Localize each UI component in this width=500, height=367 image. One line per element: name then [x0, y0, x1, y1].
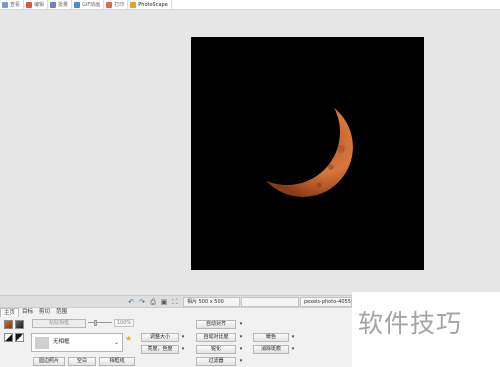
batch-icon: [50, 1, 57, 8]
deblur-button[interactable]: 消除斑痕: [253, 345, 289, 354]
frame-select[interactable]: 无相框 ⌄: [31, 333, 123, 352]
filename-readout: pexels-photo-4055: [300, 297, 352, 307]
sharpen-dropdown-icon[interactable]: ▾: [238, 345, 244, 354]
status-empty-field: [241, 297, 299, 307]
rotate-right-icon[interactable]: ↷: [138, 298, 146, 306]
rotate-left-icon[interactable]: ↶: [127, 298, 135, 306]
tab-batch-label: 批量: [58, 2, 69, 8]
opacity-percent: 100%: [114, 319, 134, 327]
tab-print[interactable]: 打印: [104, 0, 129, 10]
backlight-button[interactable]: 暖色: [253, 333, 289, 342]
chevron-down-icon: ⌄: [113, 339, 119, 346]
tab-print-label: 打印: [114, 2, 125, 8]
tab-gif-label: GIF动画: [82, 2, 101, 8]
deblur-dropdown-icon[interactable]: ▾: [290, 345, 296, 354]
frame-select-label: 无相框: [53, 339, 70, 345]
paste-frame-button[interactable]: 粘贴相框: [32, 319, 86, 328]
invert-icon[interactable]: [15, 333, 24, 342]
image-size-readout: 相片 500 x 500: [183, 297, 240, 307]
tab-gif[interactable]: GIF动画: [72, 0, 105, 10]
tab-tools[interactable]: 范围: [53, 308, 70, 317]
moon-image: [191, 37, 424, 270]
print-icon[interactable]: ⎙: [149, 298, 157, 306]
tab-home[interactable]: 主页: [0, 308, 20, 317]
tab-batch[interactable]: 批量: [48, 0, 73, 10]
resize-dropdown-icon[interactable]: ▾: [180, 333, 186, 342]
filter-button[interactable]: 过滤器: [196, 357, 236, 366]
save-icon[interactable]: ▣: [160, 298, 168, 306]
tab-photoscape[interactable]: PhotoScape: [128, 0, 172, 10]
tab-editor-label: 编辑: [34, 2, 45, 8]
round-photo-button[interactable]: 圆边照片: [33, 357, 65, 366]
resize-button[interactable]: 调整大小: [141, 333, 179, 342]
view-icon: [2, 1, 8, 8]
brightness-button[interactable]: 亮度，色度: [141, 345, 179, 354]
blank-button[interactable]: 空白: [68, 357, 96, 366]
watermark-text: 软件技巧: [358, 309, 463, 338]
top-toolbar: 查看 编辑 批量 GIF动画 打印 PhotoScape: [0, 0, 500, 10]
auto-level-button[interactable]: 自动对齐: [196, 320, 236, 329]
tab-view-label: 查看: [10, 2, 21, 8]
tab-object[interactable]: 目标: [19, 308, 36, 317]
auto-contrast-dropdown-icon[interactable]: ▾: [238, 333, 244, 342]
backlight-dropdown-icon[interactable]: ▾: [290, 333, 296, 342]
sharpen-button[interactable]: 锐化: [196, 345, 236, 354]
tone-swatch-icon[interactable]: [15, 320, 24, 329]
tab-editor[interactable]: 编辑: [24, 0, 49, 10]
contrast-icon[interactable]: [4, 333, 13, 342]
color-swatch-icon[interactable]: [4, 320, 13, 329]
tab-crop[interactable]: 剪切: [36, 308, 53, 317]
auto-contrast-button[interactable]: 自动对比度: [196, 333, 236, 342]
auto-level-dropdown-icon[interactable]: ▾: [238, 320, 244, 329]
filter-dropdown-icon[interactable]: ▾: [238, 357, 244, 366]
panel-tabs: 主页 目标 剪切 范围: [0, 308, 70, 317]
gif-icon: [74, 1, 81, 8]
photo-frame-button[interactable]: 相框线: [99, 357, 135, 366]
brightness-dropdown-icon[interactable]: ▾: [180, 345, 186, 354]
print-icon: [106, 1, 113, 8]
watermark-overlay: 软件技巧: [352, 292, 500, 367]
editor-icon: [26, 1, 33, 8]
photoscape-icon: [130, 1, 137, 8]
frame-thumbnail: [35, 337, 49, 349]
moon-photo[interactable]: [191, 37, 424, 270]
favorite-star-icon[interactable]: ★: [125, 334, 132, 343]
tab-photoscape-label: PhotoScape: [138, 1, 168, 8]
slider-thumb[interactable]: [94, 320, 97, 326]
opacity-slider[interactable]: [88, 320, 112, 326]
tab-view[interactable]: 查看: [0, 0, 25, 10]
fullscreen-icon[interactable]: ⛶: [171, 298, 179, 306]
